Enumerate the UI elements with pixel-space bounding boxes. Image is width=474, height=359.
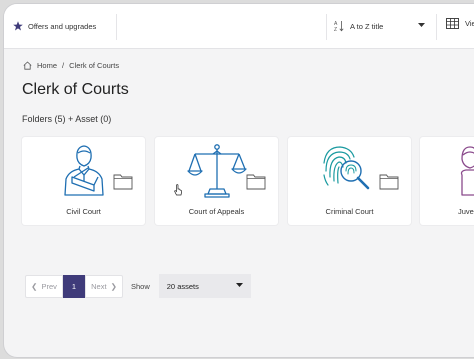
folder-label: Court of Appeals — [188, 207, 245, 216]
view-label: Vie — [465, 19, 474, 28]
offers-label: Offers and upgrades — [28, 21, 97, 31]
next-label: Next — [91, 281, 107, 291]
page-size-select[interactable]: 20 assets — [158, 274, 251, 298]
toolbar-divider — [326, 14, 327, 40]
person-icon — [460, 146, 474, 196]
show-label: Show — [131, 281, 150, 291]
chevron-left-icon: ❮ — [31, 281, 38, 291]
sort-dropdown[interactable]: A Z A to Z title — [334, 18, 429, 34]
grid-view-icon — [446, 18, 459, 29]
page-number-button[interactable]: 1 — [63, 274, 85, 298]
page-title: Clerk of Courts — [22, 81, 129, 98]
page-size-value: 20 assets — [166, 281, 199, 291]
svg-text:Z: Z — [334, 27, 337, 32]
view-toggle-button[interactable]: Vie — [446, 18, 474, 29]
folder-card-civil-court[interactable]: Civil Court — [22, 137, 145, 225]
folder-label: Juven — [458, 207, 474, 216]
sort-label: A to Z title — [350, 21, 384, 31]
folder-card-juvenile[interactable]: Juven — [420, 137, 474, 225]
toolbar-divider — [436, 14, 437, 40]
prev-label: Prev — [41, 281, 57, 291]
folder-asset-count: Folders (5) + Asset (0) — [22, 114, 112, 124]
top-toolbar: Offers and upgrades A Z A to Z title Vi — [4, 4, 474, 49]
next-page-button[interactable]: Next ❯ — [85, 274, 123, 298]
folder-card-court-of-appeals[interactable]: Court of Appeals — [155, 137, 278, 225]
folder-label: Criminal Court — [325, 207, 374, 216]
prev-page-button[interactable]: ❮ Prev — [25, 274, 63, 298]
folder-icon — [379, 174, 399, 190]
person-with-arm-sling-icon — [64, 145, 104, 196]
folder-icon — [113, 174, 133, 190]
breadcrumb: Home / Clerk of Courts — [23, 61, 119, 70]
toolbar-divider — [116, 14, 117, 40]
breadcrumb-home-link[interactable]: Home — [37, 61, 57, 70]
pagination-bar: ❮ Prev 1 Next ❯ Show 20 assets — [25, 274, 251, 298]
home-icon[interactable] — [23, 61, 32, 70]
hand-pointer-icon — [174, 184, 182, 196]
chevron-down-icon — [418, 23, 425, 27]
breadcrumb-separator: / — [62, 61, 65, 70]
app-window: Offers and upgrades A Z A to Z title Vi … — [3, 3, 474, 358]
chevron-right-icon: ❯ — [110, 281, 117, 291]
fingerprint-magnifier-icon — [323, 146, 370, 190]
folder-label: Civil Court — [66, 207, 101, 216]
folder-card-criminal-court[interactable]: Criminal Court — [288, 137, 411, 225]
star-icon — [13, 21, 23, 31]
chevron-down-icon — [235, 283, 243, 287]
folder-icon — [246, 174, 266, 190]
breadcrumb-current: Clerk of Courts — [69, 61, 120, 70]
sort-alpha-icon: A Z — [334, 21, 344, 32]
offers-and-upgrades-button[interactable]: Offers and upgrades — [13, 18, 96, 34]
